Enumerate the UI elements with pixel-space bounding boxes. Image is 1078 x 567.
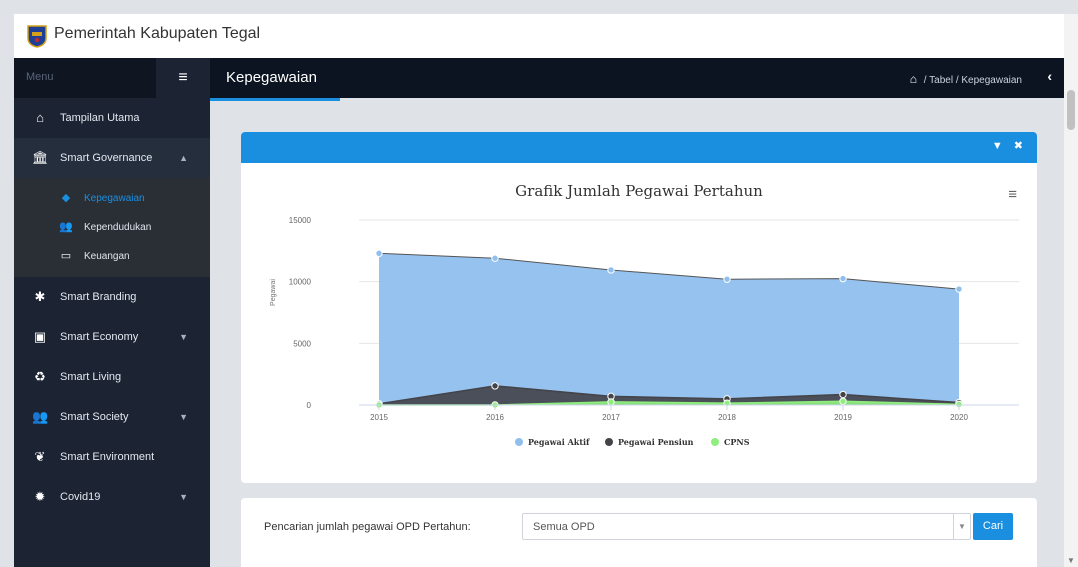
sidebar-item-covid19[interactable]: ✹ Covid19 ▼	[14, 477, 210, 517]
sidebar-item-label: Smart Economy	[60, 331, 139, 343]
tag-icon: ◆	[61, 192, 71, 204]
money-icon: ▣	[33, 329, 47, 344]
x-tick-label: 2016	[486, 413, 504, 422]
data-point	[491, 382, 499, 390]
chevron-down-icon: ▼	[179, 492, 188, 502]
data-point	[839, 390, 847, 399]
breadcrumb-kepegawaian: Kepegawaian	[961, 75, 1022, 86]
sidebar-item-smart-branding[interactable]: ✱ Smart Branding	[14, 277, 210, 317]
y-axis-label: Pegawai	[270, 279, 277, 306]
cari-button[interactable]: Cari	[973, 513, 1013, 540]
data-point	[607, 266, 615, 274]
breadcrumb-separator: /	[955, 75, 959, 86]
breadcrumb-separator: /	[923, 75, 927, 86]
scroll-down-icon[interactable]: ▼	[1067, 556, 1075, 565]
active-title-underline	[210, 98, 340, 101]
users-icon: 👥	[59, 221, 73, 233]
sidebar-item-label: Smart Living	[60, 371, 122, 383]
sidebar-item-smart-governance[interactable]: 🏛 Smart Governance ▲	[14, 138, 210, 178]
sidebar-item-smart-society[interactable]: 👥 Smart Society ▼	[14, 397, 210, 437]
credit-card-icon: ▭	[60, 250, 72, 262]
sidebar-item-smart-economy[interactable]: ▣ Smart Economy ▼	[14, 317, 210, 357]
app-header: Pemerintah Kabupaten Tegal	[14, 14, 1064, 59]
opd-select-value: Semua OPD	[533, 521, 595, 533]
x-tick-label: 2015	[370, 413, 388, 422]
legend-marker	[711, 438, 719, 446]
data-point	[839, 397, 847, 405]
x-tick-label: 2019	[834, 413, 852, 422]
menu-label: Menu	[26, 71, 54, 83]
sidebar-item-label: Smart Governance	[60, 152, 153, 164]
sidebar-subitem-label: Keuangan	[84, 251, 130, 262]
kabupaten-tegal-logo-icon	[27, 25, 47, 48]
sidebar-item-smart-environment[interactable]: ❦ Smart Environment	[14, 437, 210, 477]
home-icon: ⌂	[36, 110, 44, 125]
sidebar-item-label: Smart Society	[60, 411, 129, 423]
smart-governance-submenu: ◆ Kepegawaian 👥 Kependudukan ▭ Keuangan	[14, 178, 210, 277]
sidebar-item-label: Smart Branding	[60, 291, 137, 303]
chevron-left-icon[interactable]: ‹	[1047, 68, 1052, 84]
y-tick-label: 5000	[293, 339, 311, 348]
select-caret-icon: ▼	[953, 514, 970, 539]
sidebar-subitem-label: Kependudukan	[84, 222, 152, 233]
home-icon[interactable]: ⌂	[910, 72, 917, 86]
legend-label: CPNS	[724, 437, 750, 447]
sidebar-item-label: Covid19	[60, 491, 101, 503]
scrollbar-thumb[interactable]	[1067, 90, 1075, 130]
sidebar-header: Menu ≡	[14, 58, 210, 98]
sidebar-subitem-label: Kepegawaian	[84, 193, 145, 204]
sidebar-subitem-kepegawaian[interactable]: ◆ Kepegawaian	[14, 184, 210, 213]
data-point	[375, 249, 383, 258]
opd-select[interactable]: Semua OPD ▼	[522, 513, 971, 540]
legend-label: Pegawai Pensiun	[618, 437, 694, 447]
legend-marker	[605, 438, 613, 446]
data-point	[491, 254, 499, 262]
legend-label: Pegawai Aktif	[528, 437, 590, 447]
sidebar: Menu ≡ ⌂ Tampilan Utama 🏛 Smart Governan…	[14, 58, 210, 567]
legend-marker	[515, 438, 523, 446]
sidebar-subitem-keuangan[interactable]: ▭ Keuangan	[14, 242, 210, 271]
sidebar-item-tampilan-utama[interactable]: ⌂ Tampilan Utama	[14, 98, 210, 138]
search-label: Pencarian jumlah pegawai OPD Pertahun:	[264, 521, 471, 533]
page-scrollbar[interactable]: ▼	[1064, 14, 1078, 567]
data-point	[607, 398, 615, 406]
y-tick-label: 15000	[289, 216, 312, 225]
sidebar-subitem-kependudukan[interactable]: 👥 Kependudukan	[14, 213, 210, 242]
app-title: Pemerintah Kabupaten Tegal	[54, 25, 261, 42]
x-tick-label: 2018	[718, 413, 736, 422]
virus-icon: ✹	[34, 489, 46, 504]
chevron-down-icon: ▼	[179, 412, 188, 422]
users-icon: 👥	[32, 409, 49, 424]
recycle-icon: ♻	[34, 369, 46, 384]
chevron-up-icon: ▲	[179, 153, 188, 163]
y-tick-label: 10000	[289, 278, 312, 287]
leaf-icon: ❦	[34, 449, 46, 464]
data-point	[839, 274, 847, 283]
y-tick-label: 0	[307, 401, 312, 410]
sidebar-item-label: Tampilan Utama	[60, 112, 140, 124]
page-header-bar: Kepegawaian ⌂ / Tabel / Kepegawaian ‹	[210, 58, 1064, 98]
sidebar-item-smart-living[interactable]: ♻ Smart Living	[14, 357, 210, 397]
asterisk-icon: ✱	[34, 289, 46, 304]
page-title: Kepegawaian	[226, 69, 317, 86]
series-area	[379, 253, 959, 405]
x-tick-label: 2017	[602, 413, 620, 422]
breadcrumb: ⌂ / Tabel / Kepegawaian	[910, 72, 1022, 86]
chevron-down-icon: ▼	[179, 332, 188, 342]
data-point	[723, 275, 731, 283]
x-tick-label: 2020	[950, 413, 968, 422]
sidebar-item-label: Smart Environment	[60, 451, 155, 463]
area-chart: 0 5000 10000 15000 Pegawai 2015 2016 2017 2018 20…	[270, 216, 1019, 447]
data-point	[955, 285, 963, 293]
hamburger-menu-icon[interactable]: ≡	[156, 58, 210, 98]
chart-panel: ▼ ✖ Grafik Jumlah Pegawai Pertahun ≡ 0 50…	[241, 132, 1037, 483]
institution-icon: 🏛	[32, 150, 49, 165]
search-panel: Pencarian jumlah pegawai OPD Pertahun: S…	[241, 498, 1037, 567]
breadcrumb-tabel[interactable]: Tabel	[929, 75, 953, 86]
